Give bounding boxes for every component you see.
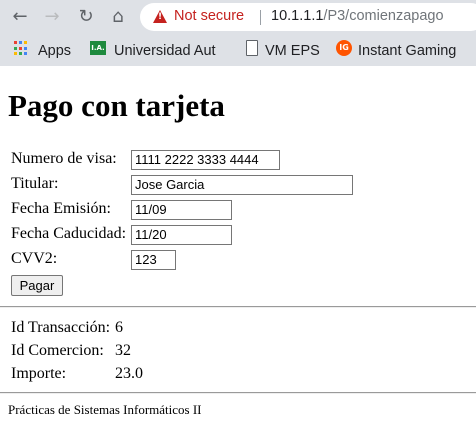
apps-grid-icon[interactable] — [14, 41, 29, 56]
expiry-date-input[interactable]: 11/20 — [131, 225, 232, 245]
ua-icon[interactable]: I.A. — [90, 41, 106, 55]
bookmark-apps[interactable]: Apps — [38, 41, 71, 61]
document-icon[interactable] — [246, 40, 258, 56]
visa-number-input[interactable]: 1111 2222 3333 4444 — [131, 150, 280, 170]
cvv-input[interactable]: 123 — [131, 250, 176, 270]
address-bar[interactable]: Not secure 10.1.1.1/P3/comienzapago — [140, 3, 476, 31]
page-title: Pago con tarjeta — [8, 88, 225, 123]
merchant-id-label: Id Comercion: — [11, 342, 104, 359]
amount-label: Importe: — [11, 365, 67, 382]
visa-label: Numero de visa: — [11, 150, 117, 167]
url-separator — [260, 10, 261, 25]
holder-label: Titular: — [11, 175, 59, 192]
instant-gaming-icon[interactable]: IG — [336, 40, 352, 56]
issue-date-label: Fecha Emisión: — [11, 200, 111, 217]
pay-button[interactable]: Pagar — [11, 275, 63, 296]
bookmark-universidad[interactable]: Universidad Aut — [114, 41, 216, 61]
url-host: 10.1.1.1 — [271, 8, 324, 24]
holder-input[interactable]: Jose Garcia — [131, 175, 353, 195]
forward-arrow-icon[interactable]: → — [40, 5, 64, 29]
amount-value: 23.0 — [115, 365, 143, 382]
not-secure-label[interactable]: Not secure — [174, 8, 244, 24]
browser-toolbar: ← → ↻ ⌂ Not secure 10.1.1.1/P3/comienzap… — [0, 0, 476, 33]
divider — [0, 306, 476, 308]
page-content: Pago con tarjeta Numero de visa: 1111 22… — [0, 66, 476, 422]
warning-icon[interactable] — [153, 10, 167, 23]
browser-chrome: ← → ↻ ⌂ Not secure 10.1.1.1/P3/comienzap… — [0, 0, 476, 66]
cvv-label: CVV2: — [11, 250, 58, 267]
merchant-id-value: 32 — [115, 342, 131, 359]
expiry-date-label: Fecha Caducidad: — [11, 225, 127, 242]
home-icon[interactable]: ⌂ — [106, 5, 130, 29]
bookmarks-bar: Apps Universidad Aut VM EPS Instant Gami… — [0, 36, 476, 66]
bookmark-instant-gaming[interactable]: Instant Gaming — [358, 41, 456, 61]
back-arrow-icon[interactable]: ← — [8, 5, 32, 29]
issue-date-input[interactable]: 11/09 — [131, 200, 232, 220]
reload-icon[interactable]: ↻ — [74, 5, 98, 29]
url-path: /P3/comienzapago — [323, 8, 444, 24]
divider — [0, 392, 476, 394]
url-text[interactable]: 10.1.1.1/P3/comienzapago — [271, 8, 444, 24]
footer-text: Prácticas de Sistemas Informáticos II — [8, 402, 202, 417]
bookmark-vm-eps[interactable]: VM EPS — [265, 41, 320, 61]
transaction-id-label: Id Transacción: — [11, 319, 111, 336]
transaction-id-value: 6 — [115, 319, 123, 336]
